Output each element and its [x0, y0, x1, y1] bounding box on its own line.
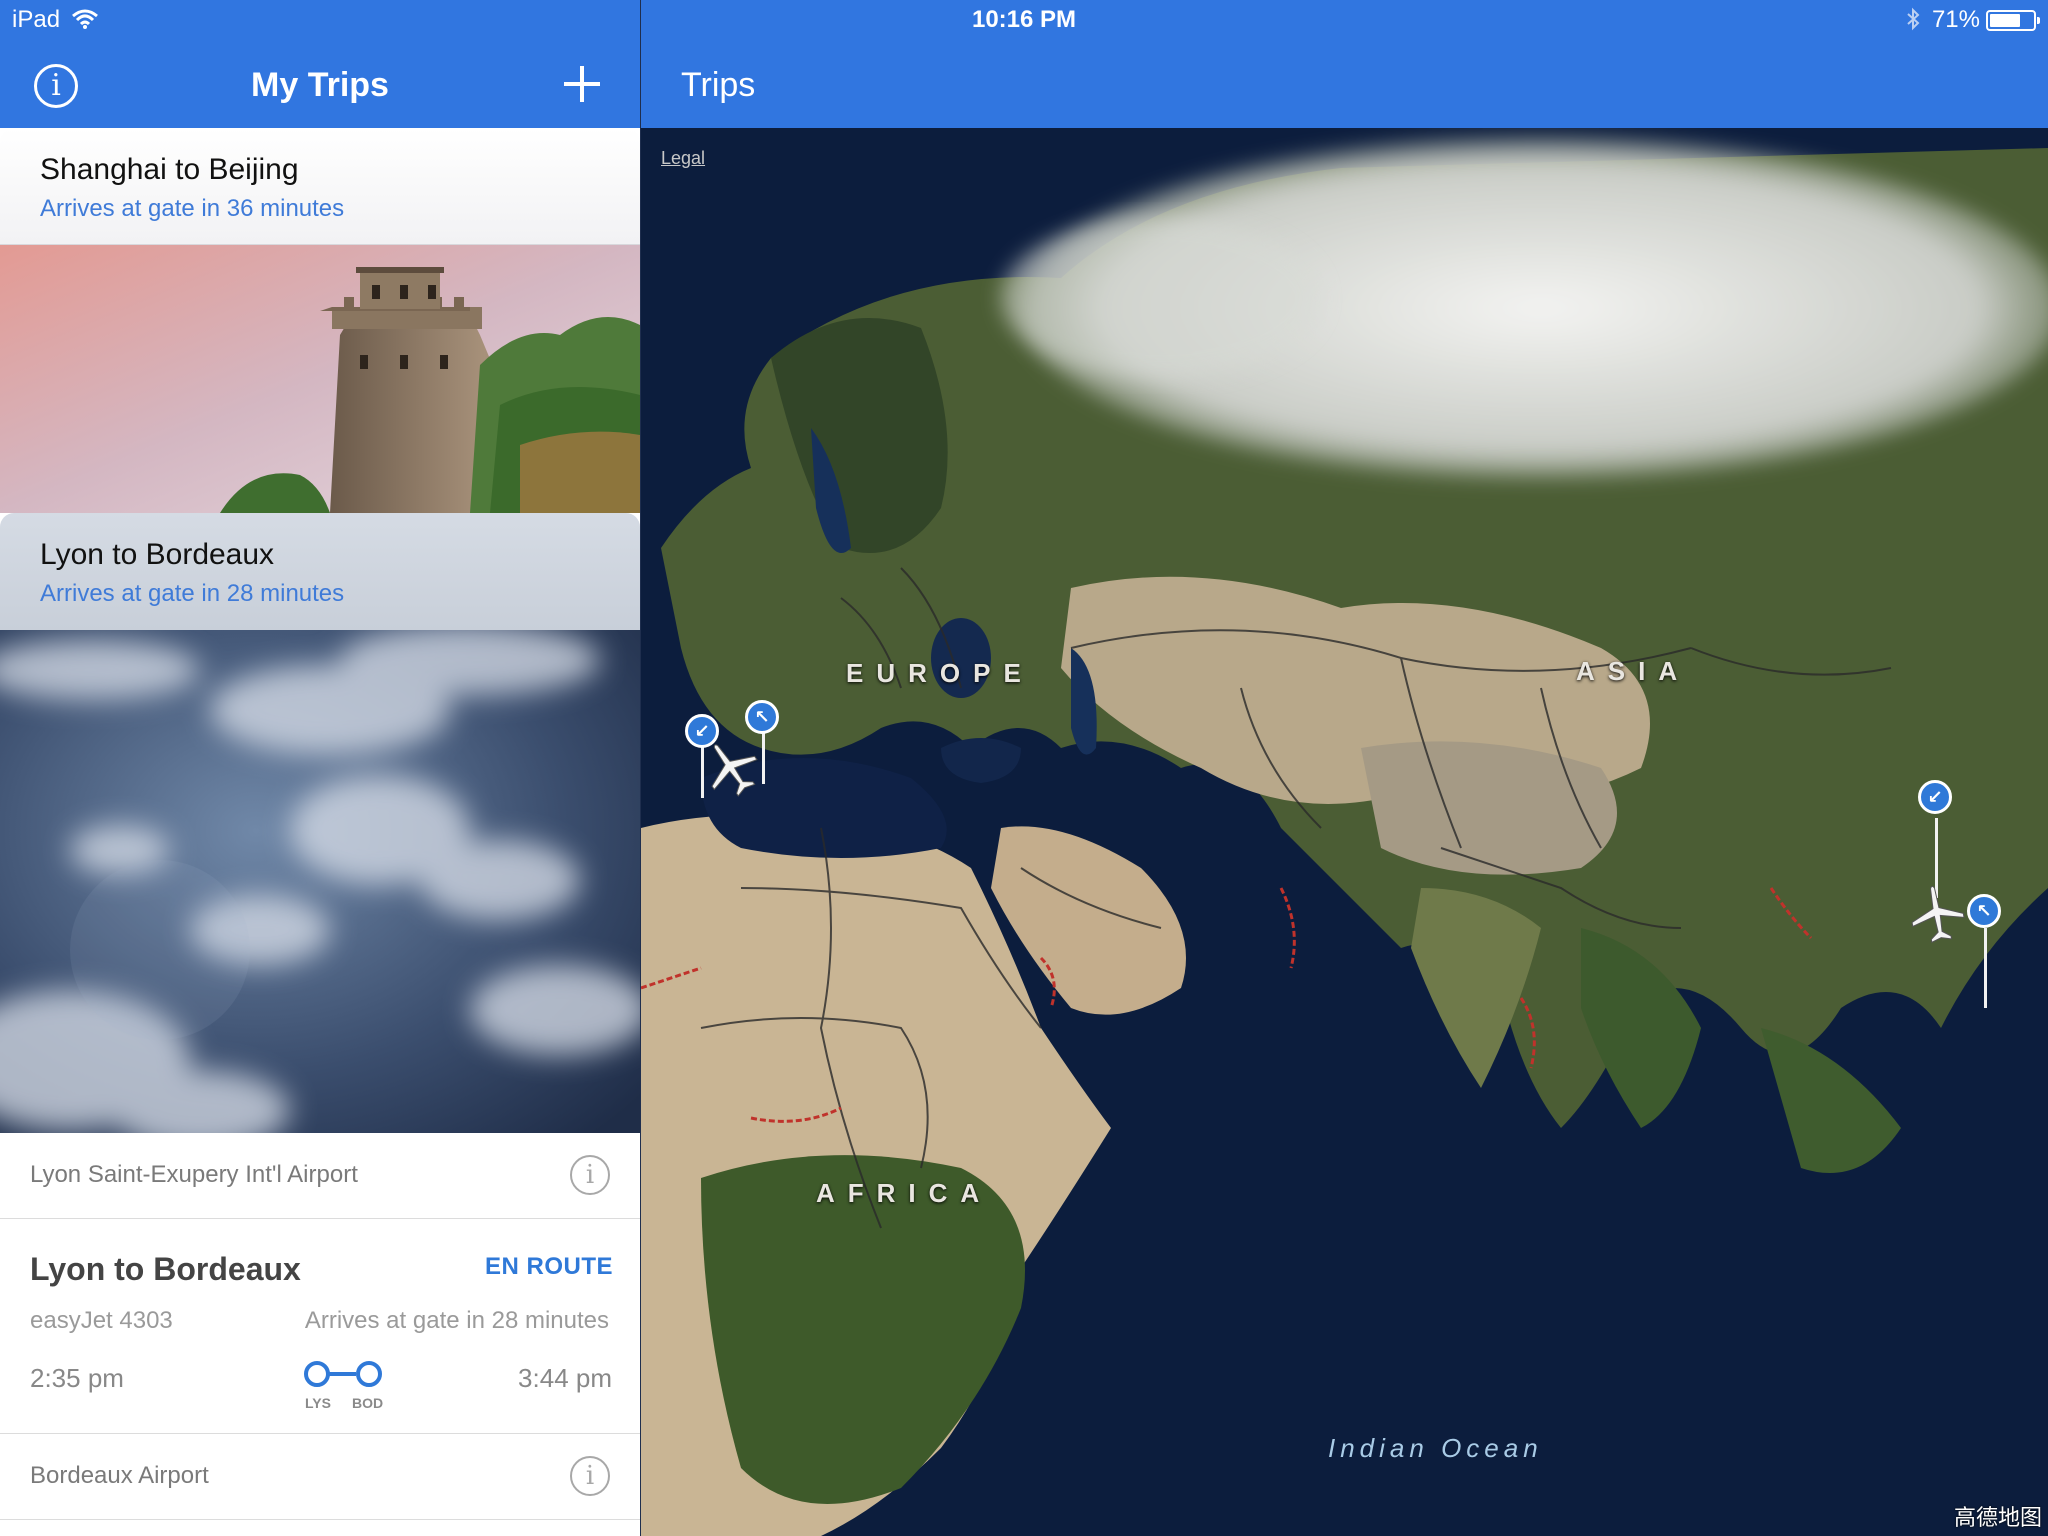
destination-dot — [356, 1361, 382, 1387]
trip-card-header[interactable]: Shanghai to Beijing Arrives at gate in 3… — [0, 128, 640, 245]
destination-airport-row[interactable]: Bordeaux Airport i — [0, 1434, 640, 1520]
great-wall-photo[interactable] — [0, 245, 640, 513]
flight-route: Lyon to Bordeaux — [30, 1251, 301, 1287]
info-icon[interactable]: i — [570, 1155, 610, 1195]
status-time: 10:16 PM — [971, 6, 1077, 33]
trips-list-panel: i My Trips Shanghai to Beijing Arrives a… — [0, 0, 640, 1536]
battery-fill — [1990, 14, 2020, 27]
trip-arrival-status: Arrives at gate in 28 minutes — [40, 580, 345, 607]
trip-card-header[interactable]: Lyon to Bordeaux Arrives at gate in 28 m… — [0, 513, 640, 630]
page-title: My Trips — [251, 66, 389, 104]
legal-link[interactable]: Legal — [661, 148, 705, 169]
arrival-pin-icon[interactable]: ↙ — [1918, 780, 1952, 814]
destination-code: BOD — [352, 1395, 384, 1411]
map-provider-watermark: 高德地图 — [1953, 1505, 2042, 1530]
route-line — [326, 1372, 356, 1376]
bluetooth-icon — [1907, 7, 1920, 31]
origin-airport-name: Lyon Saint-Exupery Int'l Airport — [30, 1161, 358, 1188]
satellite-map[interactable]: Legal EUROPE ASIA AFRICA Indian Ocean ↙ … — [641, 128, 2048, 1536]
flight-arrival-status: Arrives at gate in 28 minutes — [304, 1307, 609, 1334]
trip-arrival-status: Arrives at gate in 36 minutes — [40, 195, 345, 222]
map-title: Trips — [681, 66, 756, 104]
info-icon[interactable]: i — [570, 1456, 610, 1496]
region-label-europe: EUROPE — [846, 658, 1034, 688]
trip-card-lyon-bordeaux[interactable]: Lyon to Bordeaux Arrives at gate in 28 m… — [0, 513, 640, 1133]
origin-code: LYS — [305, 1395, 331, 1411]
departure-pin-icon[interactable]: ↖ — [1967, 894, 2001, 928]
map-terrain — [641, 128, 2048, 1536]
battery-percent: 71% — [1931, 6, 1980, 33]
clouds-illustration — [0, 625, 640, 1133]
departure-time: 2:35 pm — [30, 1363, 124, 1393]
airplane-icon[interactable] — [701, 738, 761, 798]
panel-divider — [640, 0, 641, 1536]
route-indicator: LYS BOD — [302, 1355, 392, 1415]
trip-name: Lyon to Bordeaux — [40, 538, 275, 571]
arrival-time: 3:44 pm — [518, 1363, 612, 1393]
airplane-icon[interactable] — [1907, 884, 1967, 944]
origin-airport-row[interactable]: Lyon Saint-Exupery Int'l Airport i — [0, 1133, 640, 1219]
region-label-asia: ASIA — [1576, 656, 1691, 686]
flight-number: easyJet 4303 — [30, 1307, 173, 1334]
status-badge: EN ROUTE — [484, 1253, 613, 1280]
departure-pin-icon[interactable]: ↖ — [745, 700, 779, 734]
great-wall-illustration — [0, 245, 640, 513]
region-label-africa: AFRICA — [816, 1178, 993, 1208]
pin-stem — [1984, 928, 1987, 1008]
status-bar: iPad 10:16 PM 71% — [0, 0, 2048, 40]
trip-name: Shanghai to Beijing — [40, 153, 299, 186]
battery-icon — [1986, 10, 2040, 31]
clouds-photo[interactable] — [0, 625, 640, 1133]
trip-card-shanghai-beijing[interactable]: Shanghai to Beijing Arrives at gate in 3… — [0, 128, 640, 513]
flight-detail: Lyon Saint-Exupery Int'l Airport i Lyon … — [0, 1133, 640, 1536]
ocean-label: Indian Ocean — [1328, 1433, 1543, 1463]
flight-summary[interactable]: Lyon to Bordeaux EN ROUTE easyJet 4303 A… — [0, 1219, 640, 1434]
destination-airport-name: Bordeaux Airport — [30, 1462, 209, 1489]
add-trip-button[interactable] — [562, 64, 602, 104]
